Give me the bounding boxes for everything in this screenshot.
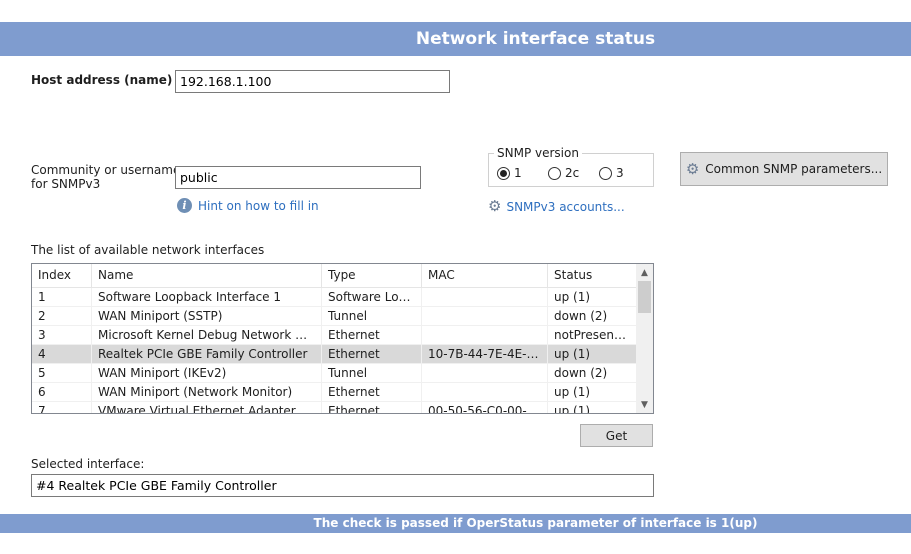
table-row[interactable]: 1 Software Loopback Interface 1 Software…: [32, 288, 637, 307]
listview-rows: 1 Software Loopback Interface 1 Software…: [32, 288, 637, 413]
host-address-input[interactable]: 192.168.1.100: [175, 70, 450, 93]
scroll-down-icon[interactable]: ▼: [636, 396, 653, 413]
info-icon: i: [177, 198, 192, 213]
scroll-up-icon[interactable]: ▲: [636, 264, 653, 281]
cell-name: Realtek PCIe GBE Family Controller: [92, 345, 322, 363]
cell-mac: [422, 307, 548, 325]
column-header-index[interactable]: Index: [32, 264, 92, 287]
snmpv3-accounts-link[interactable]: ⚙ SNMPv3 accounts...: [488, 199, 625, 214]
cell-mac: [422, 326, 548, 344]
cell-type: Ethernet: [322, 326, 422, 344]
column-header-mac[interactable]: MAC: [422, 264, 548, 287]
cell-status: up (1): [548, 345, 637, 363]
cell-name: WAN Miniport (IKEv2): [92, 364, 322, 382]
snmp-version-group: SNMP version 1 2c 3: [488, 146, 654, 187]
table-row-selected[interactable]: 4 Realtek PCIe GBE Family Controller Eth…: [32, 345, 637, 364]
radio-label: 1: [514, 166, 522, 180]
interfaces-list-label: The list of available network interfaces: [31, 243, 265, 257]
page-title: Network interface status: [415, 29, 656, 49]
table-row[interactable]: 7 VMware Virtual Ethernet Adapter for V.…: [32, 402, 637, 413]
table-row[interactable]: 5 WAN Miniport (IKEv2) Tunnel down (2): [32, 364, 637, 383]
cell-name: WAN Miniport (Network Monitor): [92, 383, 322, 401]
cell-type: Tunnel: [322, 307, 422, 325]
cell-index: 5: [32, 364, 92, 382]
radio-label: 3: [616, 166, 624, 180]
vertical-scrollbar[interactable]: ▲ ▼: [636, 264, 653, 413]
status-footer: The check is passed if OperStatus parame…: [0, 514, 911, 533]
cell-type: Software Loop...: [322, 288, 422, 306]
column-header-status[interactable]: Status: [548, 264, 637, 287]
snmp-version-legend: SNMP version: [494, 146, 582, 160]
hint-link-label: Hint on how to fill in: [198, 198, 319, 213]
cell-type: Ethernet: [322, 383, 422, 401]
common-snmp-parameters-label: Common SNMP parameters...: [705, 162, 883, 176]
cell-index: 6: [32, 383, 92, 401]
table-row[interactable]: 2 WAN Miniport (SSTP) Tunnel down (2): [32, 307, 637, 326]
cell-mac: 00-50-56-C0-00-01: [422, 402, 548, 413]
common-snmp-parameters-button[interactable]: ⚙ Common SNMP parameters...: [680, 152, 888, 186]
cell-status: up (1): [548, 288, 637, 306]
cell-index: 3: [32, 326, 92, 344]
top-strip: [0, 0, 911, 22]
scrollbar-thumb[interactable]: [638, 281, 651, 313]
cell-mac: [422, 288, 548, 306]
gears-icon: ⚙: [488, 197, 502, 215]
snmp-version-radio-1[interactable]: 1: [497, 166, 522, 180]
cell-name: Software Loopback Interface 1: [92, 288, 322, 306]
radio-unchecked-icon: [548, 166, 561, 180]
get-button[interactable]: Get: [580, 424, 653, 447]
cell-mac: [422, 383, 548, 401]
cell-mac: [422, 364, 548, 382]
selected-interface-label: Selected interface:: [31, 457, 145, 471]
snmpv3-accounts-label: SNMPv3 accounts...: [506, 199, 625, 214]
title-bar: Network interface status: [0, 22, 911, 56]
table-row[interactable]: 3 Microsoft Kernel Debug Network Adap...…: [32, 326, 637, 345]
cell-index: 4: [32, 345, 92, 363]
column-header-name[interactable]: Name: [92, 264, 322, 287]
cell-status: up (1): [548, 402, 637, 413]
community-label-line1: Community or username::: [31, 163, 189, 177]
selected-interface-field[interactable]: #4 Realtek PCIe GBE Family Controller: [31, 474, 654, 497]
radio-label: 2c: [565, 166, 580, 180]
cell-name: VMware Virtual Ethernet Adapter for V...: [92, 402, 322, 413]
cell-name: WAN Miniport (SSTP): [92, 307, 322, 325]
gears-icon: ⚙: [685, 159, 700, 178]
cell-status: up (1): [548, 383, 637, 401]
cell-index: 1: [32, 288, 92, 306]
cell-status: notPresent...: [548, 326, 637, 344]
snmp-version-radio-2c[interactable]: 2c: [548, 166, 579, 180]
cell-mac: 10-7B-44-7E-4E-59: [422, 345, 548, 363]
cell-name: Microsoft Kernel Debug Network Adap...: [92, 326, 322, 344]
community-label-line2: for SNMPv3: [31, 177, 101, 191]
cell-index: 2: [32, 307, 92, 325]
column-header-type[interactable]: Type: [322, 264, 422, 287]
host-address-label: Host address (name): [31, 73, 173, 87]
cell-type: Ethernet: [322, 345, 422, 363]
radio-checked-icon: [497, 166, 510, 180]
cell-type: Ethernet: [322, 402, 422, 413]
snmp-version-radio-3[interactable]: 3: [599, 166, 624, 180]
hint-link[interactable]: i Hint on how to fill in: [177, 198, 319, 213]
community-input[interactable]: public: [175, 166, 421, 189]
cell-index: 7: [32, 402, 92, 413]
listview-header: Index Name Type MAC Status: [32, 264, 637, 288]
cell-status: down (2): [548, 307, 637, 325]
cell-type: Tunnel: [322, 364, 422, 382]
cell-status: down (2): [548, 364, 637, 382]
table-row[interactable]: 6 WAN Miniport (Network Monitor) Etherne…: [32, 383, 637, 402]
radio-unchecked-icon: [599, 166, 612, 180]
interfaces-listview[interactable]: Index Name Type MAC Status 1 Software Lo…: [31, 263, 654, 414]
